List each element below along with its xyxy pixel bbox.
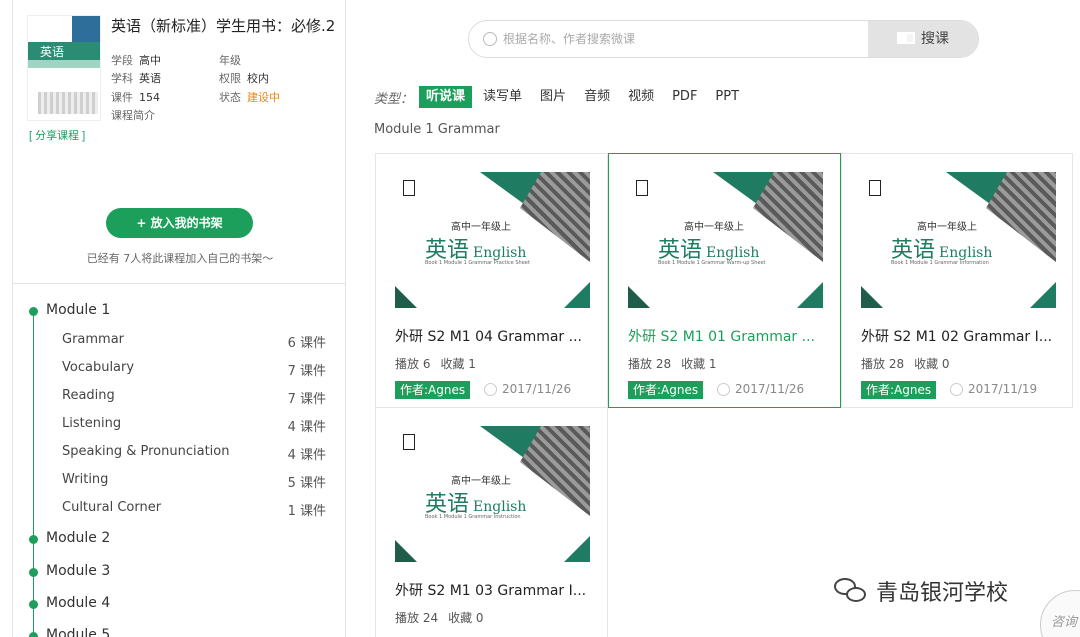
wechat-watermark: 青岛银河学校 [834,575,1008,607]
search-button[interactable]: 搜课 [868,21,978,57]
meta-permission: 权限 校内 [219,72,269,85]
card-stats: 播放 28 收藏 0 [861,357,950,371]
filter-label: 类型： [374,91,414,107]
card-stats: 播放 6 收藏 1 [395,357,476,371]
tree-lesson-grammar[interactable]: Grammar 6 课件 [62,332,326,354]
publisher-logo-icon [636,180,648,196]
meta-grade: 年级 [219,54,241,67]
card-thumbnail[interactable]: 高中一年级上 英语 English Book 1 Module 1 Grammar… [395,426,590,562]
card-date: 2017/11/26 [502,382,572,396]
card-date: 2017/11/26 [735,382,805,396]
meta-subject: 学科 英语 [111,72,161,85]
tree-module-3[interactable]: Module 3 [13,560,333,584]
module-tree: Module 1 Grammar 6 课件 Vocabulary 7 课件 Read… [12,284,346,637]
share-course-link[interactable]: [ 分享课程 ] [29,127,85,143]
course-card[interactable]: 高中一年级上 英语 English Book 1 Module 1 Grammar… [375,153,608,408]
clock-icon [950,383,963,396]
card-thumbnail[interactable]: 高中一年级上 英语 English Book 1 Module 1 Grammar… [395,172,590,308]
course-intro-link[interactable]: 课程简介 [111,107,155,123]
consult-button[interactable]: 咨询 [1040,590,1080,637]
card-title[interactable]: 外研 S2 M1 02 Grammar I... [861,326,1061,346]
status-badge: 建设中 [247,91,280,104]
course-cover-image[interactable]: 英语 [27,15,101,121]
filter-listening-speaking[interactable]: 听说课 [419,86,473,108]
author-tag[interactable]: 作者:Agnes [628,381,704,399]
course-card[interactable]: 高中一年级上 英语 English Book 1 Module 1 Grammar… [841,153,1073,408]
publisher-logo-icon [403,180,415,196]
tree-module-2[interactable]: Module 2 [13,527,333,551]
filter-audio[interactable]: 音频 [577,86,617,108]
card-title[interactable]: 外研 S2 M1 01 Grammar ... [628,326,828,346]
search-input[interactable] [503,21,863,57]
meta-status: 状态 建设中 [219,91,280,104]
tree-module-4[interactable]: Module 4 [13,592,333,616]
author-tag[interactable]: 作者:Agnes [861,381,937,399]
filter-image[interactable]: 图片 [533,86,573,108]
tree-lesson-vocabulary[interactable]: Vocabulary 7 课件 [62,360,326,382]
filter-worksheet[interactable]: 读写单 [476,86,529,108]
course-info-card: 英语 [ 分享课程 ] 英语（新标准）学生用书：必修.2 学段 高中 年级 学科英… [12,0,346,284]
clock-icon [484,383,497,396]
tree-lesson-writing[interactable]: Writing 5 课件 [62,472,326,494]
filter-video[interactable]: 视频 [621,86,661,108]
tree-lesson-listening[interactable]: Listening 4 课件 [62,416,326,438]
publisher-logo-icon [869,180,881,196]
book-icon [897,32,915,44]
meta-courseware: 课件 154 [111,91,160,104]
tree-lesson-reading[interactable]: Reading 7 课件 [62,388,326,410]
card-stats: 播放 24 收藏 0 [395,611,484,625]
card-stats: 播放 28 收藏 1 [628,357,717,371]
breadcrumb: Module 1 Grammar [374,122,500,137]
meta-stage: 学段 高中 [111,54,161,67]
course-card[interactable]: 高中一年级上 英语 English Book 1 Module 1 Grammar… [375,407,608,637]
publisher-logo-icon [403,434,415,450]
card-date: 2017/11/19 [968,382,1038,396]
course-title: 英语（新标准）学生用书：必修.2 [111,17,336,35]
card-thumbnail[interactable]: 高中一年级上 英语 English Book 1 Module 1 Grammar… [628,172,823,308]
type-filter-bar: 类型： 听说课 读写单 图片 音频 视频 PDF PPT [374,86,750,108]
filter-ppt[interactable]: PPT [708,86,746,108]
add-to-shelf-button[interactable]: + 放入我的书架 [106,208,253,238]
search-bar: 搜课 [468,20,979,58]
filter-pdf[interactable]: PDF [665,86,704,108]
tree-lesson-cultural-corner[interactable]: Cultural Corner 1 课件 [62,500,326,522]
card-thumbnail[interactable]: 高中一年级上 英语 English Book 1 Module 1 Grammar… [861,172,1056,308]
course-card[interactable]: 高中一年级上 英语 English Book 1 Module 1 Grammar… [608,153,841,408]
tree-module-5[interactable]: Module 5 [13,624,333,637]
card-title[interactable]: 外研 S2 M1 04 Grammar ... [395,326,595,346]
cover-title: 英语 [40,45,65,59]
tree-module-1[interactable]: Module 1 [13,299,333,323]
wechat-icon [834,578,868,604]
author-tag[interactable]: 作者:Agnes [395,381,471,399]
search-icon [483,32,497,46]
shelf-note: 已经有 7人将此课程加入自己的书架～ [86,252,274,265]
tree-lesson-speaking[interactable]: Speaking & Pronunciation 4 课件 [62,444,326,466]
clock-icon [717,383,730,396]
card-title[interactable]: 外研 S2 M1 03 Grammar I... [395,580,595,600]
